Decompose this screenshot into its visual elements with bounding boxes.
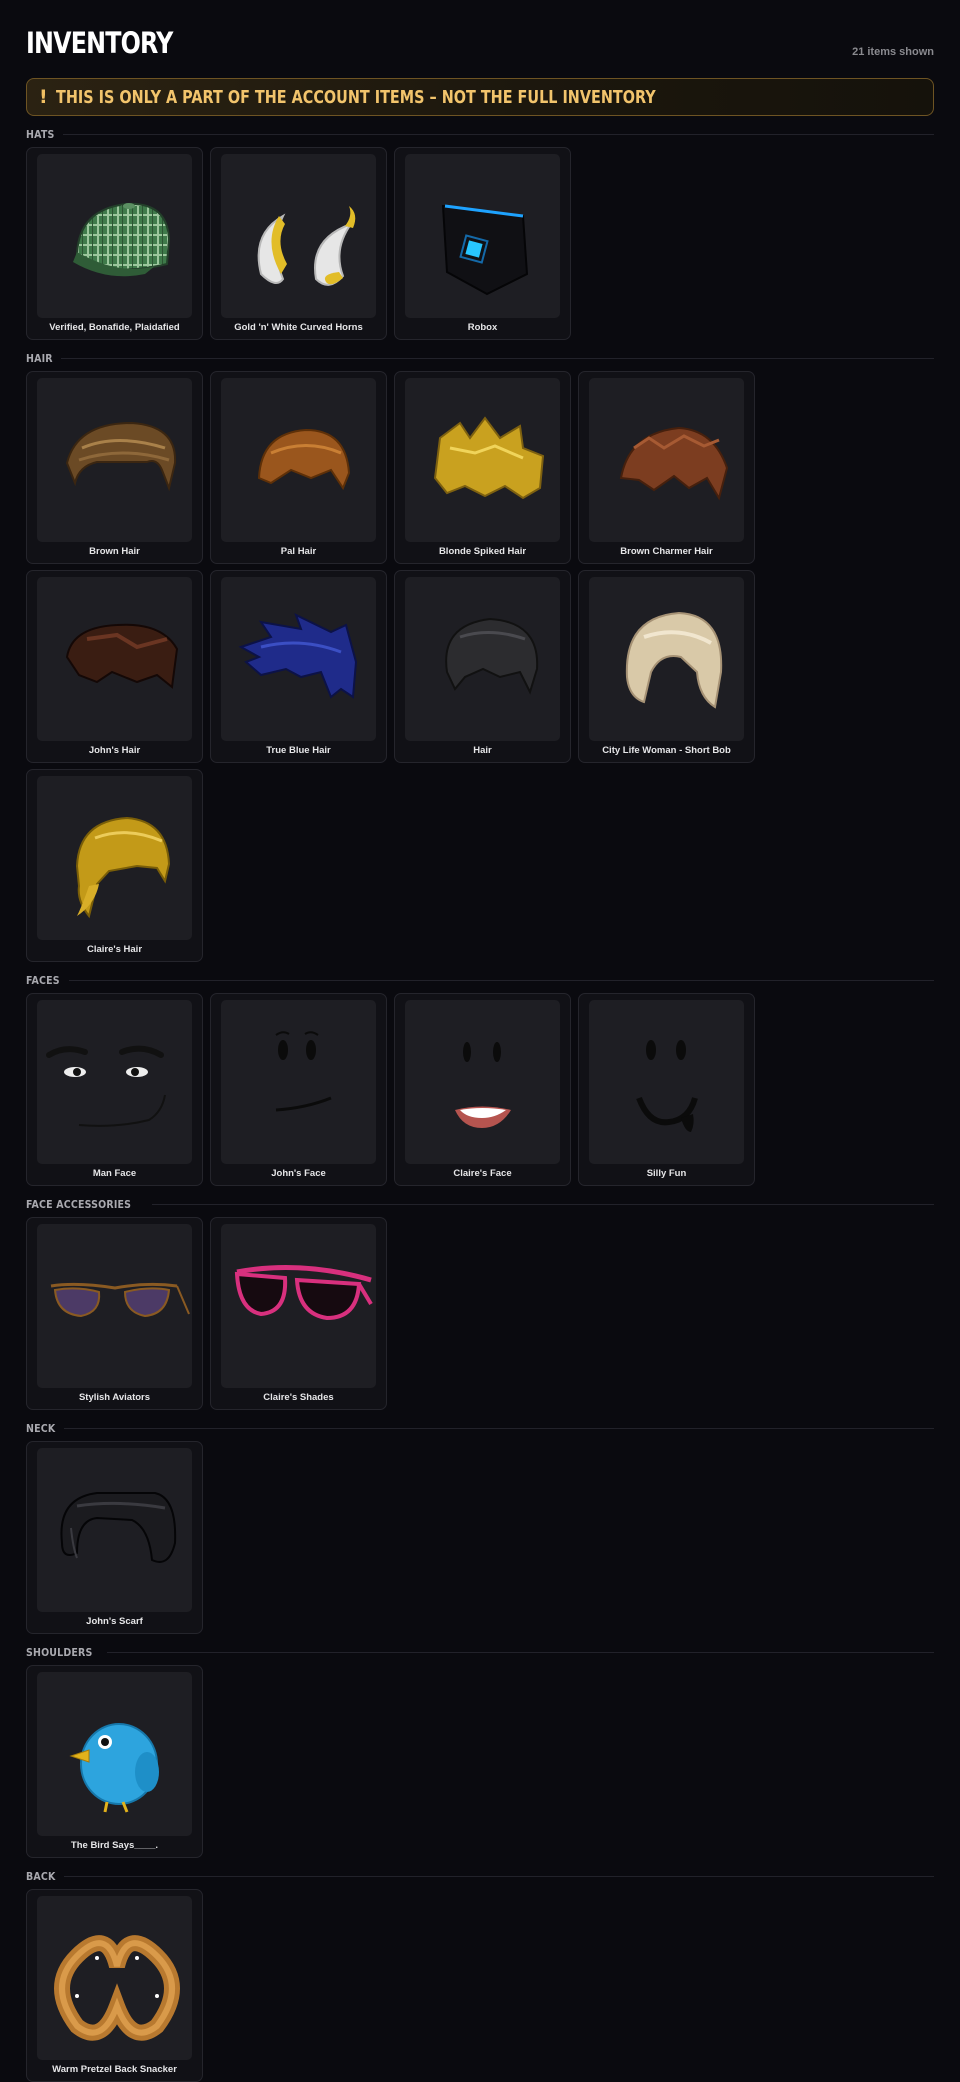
item-name: John's Face [271,1168,326,1179]
page-title: INVENTORY [26,26,173,60]
section-divider [63,133,934,135]
man-face-icon [37,1000,192,1164]
item-card[interactable]: Pal Hair [210,371,387,564]
johns-face-icon [221,1000,376,1164]
item-name: Blonde Spiked Hair [438,546,527,557]
item-name: Hair [473,745,492,756]
item-name: Brown Charmer Hair [620,546,713,557]
aviator-sunglasses-icon [37,1224,192,1388]
item-card[interactable]: Claire's Shades [210,1217,387,1410]
blonde-spiked-hair-icon [405,378,560,542]
section-title: HATS [26,127,55,141]
item-name: Claire's Hair [86,944,143,955]
item-card[interactable]: John's Scarf [26,1441,203,1634]
section-header-hats: HATS [26,125,934,143]
section-divider [64,1427,934,1429]
items-grid-faces: Man Face John's Face Claire's Face Silly… [26,993,934,1186]
item-name: The Bird Says____. [70,1840,159,1851]
item-card[interactable]: Warm Pretzel Back Snacker [26,1889,203,2082]
item-card[interactable]: City Life Woman - Short Bob [578,570,755,763]
item-name: Robox [467,322,498,333]
section-header-neck: NECK [26,1419,934,1437]
item-name: John's Scarf [86,1616,143,1627]
item-name: Silly Fun [646,1168,687,1179]
items-grid-hair: Brown Hair Pal Hair Blonde Spiked Hair B… [26,371,934,962]
item-name: Claire's Shades [263,1392,334,1403]
section-title: SHOULDERS [26,1645,93,1659]
item-card[interactable]: Hair [394,570,571,763]
item-name: Verified, Bonafide, Plaidafied [49,322,180,333]
item-name: John's Hair [88,745,141,756]
item-card[interactable]: Brown Charmer Hair [578,371,755,564]
curved-horns-icon [221,154,376,318]
section-header-faces: FACES [26,971,934,989]
item-name: Gold 'n' White Curved Horns [234,322,363,333]
pretzel-icon [37,1896,192,2060]
item-card[interactable]: Stylish Aviators [26,1217,203,1410]
item-name: Man Face [92,1168,137,1179]
claires-hair-icon [37,776,192,940]
item-card[interactable]: Claire's Hair [26,769,203,962]
blue-bird-icon [37,1672,192,1836]
brown-charmer-hair-icon [589,378,744,542]
item-card[interactable]: Verified, Bonafide, Plaidafied [26,147,203,340]
item-name: Stylish Aviators [78,1392,151,1403]
brown-hair-icon [37,378,192,542]
section-header-hair: HAIR [26,349,934,367]
section-divider [61,357,934,359]
warning-text: THIS IS ONLY A PART OF THE ACCOUNT ITEMS… [55,86,656,108]
section-divider [107,1651,934,1653]
items-grid-back: Warm Pretzel Back Snacker [26,1889,934,2082]
black-scarf-icon [37,1448,192,1612]
item-card[interactable]: Man Face [26,993,203,1186]
item-card[interactable]: True Blue Hair [210,570,387,763]
inventory-sections: HATS Verified, Bonafide, Plaidafied Gold… [26,125,934,2082]
item-card[interactable]: Gold 'n' White Curved Horns [210,147,387,340]
section-title: HAIR [26,351,53,365]
items-grid-neck: John's Scarf [26,1441,934,1634]
section-title: NECK [26,1421,56,1435]
short-bob-hair-icon [589,577,744,741]
item-name: Pal Hair [280,546,317,557]
items-grid-hats: Verified, Bonafide, Plaidafied Gold 'n' … [26,147,934,340]
section-title: BACK [26,1869,56,1883]
item-card[interactable]: John's Hair [26,570,203,763]
warning-banner: ! THIS IS ONLY A PART OF THE ACCOUNT ITE… [26,78,934,116]
item-card[interactable]: Blonde Spiked Hair [394,371,571,564]
item-name: Claire's Face [453,1168,512,1179]
item-name: True Blue Hair [266,745,331,756]
item-card[interactable]: John's Face [210,993,387,1186]
section-title: FACES [26,973,60,987]
section-divider [64,1875,934,1877]
item-card[interactable]: Robox [394,147,571,340]
section-header-back: BACK [26,1867,934,1885]
item-name: Warm Pretzel Back Snacker [52,2064,177,2075]
pal-hair-icon [221,378,376,542]
section-title: FACE ACCESSORIES [26,1197,132,1211]
black-hair-icon [405,577,560,741]
robox-icon [405,154,560,318]
section-divider [152,1203,934,1205]
item-card[interactable]: The Bird Says____. [26,1665,203,1858]
claires-face-icon [405,1000,560,1164]
section-header-face-accessories: FACE ACCESSORIES [26,1195,934,1213]
section-divider [69,979,934,981]
item-card[interactable]: Claire's Face [394,993,571,1186]
header: INVENTORY 21 items shown [26,0,934,78]
exclamation-icon: ! [39,86,48,108]
items-grid-shoulders: The Bird Says____. [26,1665,934,1858]
section-header-shoulders: SHOULDERS [26,1643,934,1661]
plaid-cap-icon [37,154,192,318]
item-card[interactable]: Brown Hair [26,371,203,564]
item-card[interactable]: Silly Fun [578,993,755,1186]
true-blue-hair-icon [221,577,376,741]
johns-hair-icon [37,577,192,741]
pink-shades-icon [221,1224,376,1388]
items-count: 21 items shown [852,46,934,58]
items-grid-face-accessories: Stylish Aviators Claire's Shades [26,1217,934,1410]
silly-fun-face-icon [589,1000,744,1164]
item-name: Brown Hair [89,546,140,557]
item-name: City Life Woman - Short Bob [602,745,731,756]
inventory-page: INVENTORY 21 items shown ! THIS IS ONLY … [0,0,960,2082]
